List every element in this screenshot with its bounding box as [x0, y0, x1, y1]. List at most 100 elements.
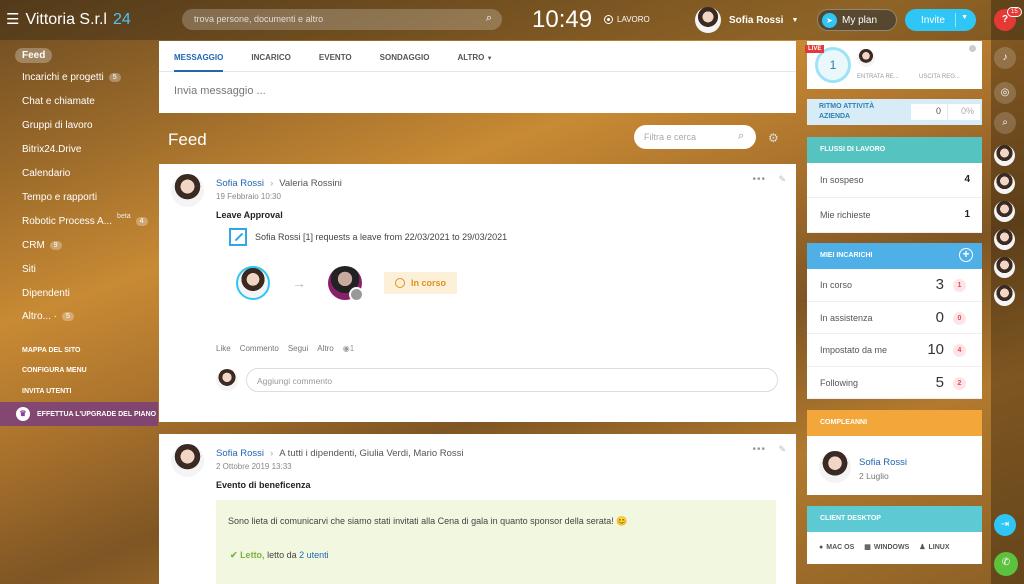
requester-avatar[interactable] [236, 266, 270, 300]
clock-icon [395, 278, 405, 288]
search-icon[interactable]: ⌕ [994, 112, 1016, 134]
recipient[interactable]: Valeria Rossini [279, 178, 342, 189]
bell-icon[interactable]: ♪ [994, 47, 1016, 69]
search-input[interactable]: trova persone, documenti e altro ⌕ [182, 9, 502, 30]
more-icon[interactable]: ••• [752, 444, 766, 455]
follow-link[interactable]: Segui [288, 344, 308, 353]
exit-icon[interactable]: ⇥ [994, 514, 1016, 536]
contact-avatar[interactable] [994, 145, 1015, 166]
brand[interactable]: ☰ Vittoria S.r.l 24 [6, 11, 131, 29]
work-status[interactable]: LAVORO [604, 15, 650, 24]
pin-icon[interactable]: ✎ [778, 174, 786, 185]
edit-icon [229, 228, 247, 246]
message-input[interactable]: Invia messaggio ... [159, 72, 796, 110]
sidebar-item-dipendenti[interactable]: Dipendenti [22, 288, 70, 299]
sidebar-item-label: Chat e chiamate [22, 96, 95, 107]
status-badge: In corso [384, 272, 458, 294]
os-windows-link[interactable]: ▦ WINDOWS [864, 543, 909, 552]
row-label: Impostato da me [820, 345, 888, 355]
search-icon[interactable]: ⌕ [486, 12, 492, 25]
entrata-label: ENTRATA RE... [857, 74, 899, 80]
sidebar-item-gruppi[interactable]: Gruppi di lavoro [22, 120, 93, 131]
os-mac-link[interactable]: ● MAC OS [819, 543, 854, 551]
configure-menu-link[interactable]: CONFIGURA MENU [22, 367, 87, 374]
post-date[interactable]: 2 Ottobre 2019 13:33 [216, 462, 292, 471]
tab-messaggio[interactable]: MESSAGGIO [174, 41, 224, 72]
author-avatar[interactable] [171, 444, 204, 477]
read-users-link[interactable]: 2 utenti [299, 550, 329, 560]
sidebar-item-crm[interactable]: CRM 9 [22, 240, 62, 251]
recipients[interactable]: A tutti i dipendenti, Giulia Verdi, Mari… [279, 448, 463, 459]
sidebar-item-drive[interactable]: Bitrix24.Drive [22, 144, 81, 155]
pin-icon[interactable]: ✎ [778, 444, 786, 455]
tab-incarico[interactable]: INCARICO [251, 41, 291, 71]
author-avatar[interactable] [171, 174, 204, 207]
sidebar-item-feed[interactable]: Feed [15, 48, 53, 63]
company-number: 24 [112, 11, 131, 28]
post-date[interactable]: 19 Febbraio 10:30 [216, 192, 281, 201]
status-label: In corso [411, 278, 447, 288]
contact-avatar[interactable] [994, 201, 1015, 222]
rhythm-percent: 0% [948, 104, 980, 120]
tab-evento[interactable]: EVENTO [319, 41, 352, 71]
sidebar-item-label: Robotic Process A... [22, 216, 113, 227]
leave-request: Sofia Rossi [1] requests a leave from 22… [229, 228, 507, 246]
sidebar-item-siti[interactable]: Siti [22, 264, 36, 275]
invite-users-link[interactable]: INVITA UTENTI [22, 388, 71, 395]
author-link[interactable]: Sofia Rossi [216, 448, 264, 459]
sidebar-item-rpa[interactable]: Robotic Process A... beta 4 [22, 213, 148, 227]
author-link[interactable]: Sofia Rossi [216, 178, 264, 189]
tab-sondaggio[interactable]: SONDAGGIO [380, 41, 430, 71]
task-row[interactable]: Impostato da me 10 4 [807, 334, 982, 367]
composer-tabs: MESSAGGIO INCARICO EVENTO SONDAGGIO ALTR… [159, 41, 796, 72]
views-value: 1 [349, 344, 355, 353]
my-plan-button[interactable]: ➤ My plan [817, 9, 897, 31]
phone-icon[interactable]: ✆ [994, 552, 1018, 576]
task-row[interactable]: Following 5 2 [807, 367, 982, 399]
views-count[interactable]: ◉1 [343, 344, 354, 353]
user-menu[interactable]: Sofia Rossi ▼ [695, 7, 798, 33]
read-by: letto da [267, 550, 297, 560]
clock[interactable]: 10:49 [532, 6, 592, 34]
task-row[interactable]: In corso 3 1 [807, 269, 982, 302]
workflow-row[interactable]: In sospeso 4 [807, 163, 982, 198]
invite-label: Invite [921, 14, 945, 26]
contact-avatar[interactable] [994, 257, 1015, 278]
sidebar-item-altro[interactable]: Altro... · 5 [22, 311, 74, 322]
post-title: Leave Approval [216, 210, 283, 220]
contact-avatar[interactable] [994, 285, 1015, 306]
more-link[interactable]: Altro [317, 344, 333, 353]
sidebar-item-chat[interactable]: Chat e chiamate [22, 96, 95, 107]
chat-icon[interactable]: ◎ [994, 82, 1016, 104]
filter-search-input[interactable]: Filtra e cerca ⌕ [634, 125, 756, 149]
menu-icon[interactable]: ☰ [6, 12, 19, 28]
sidebar-item-incarichi[interactable]: Incarichi e progetti 5 [22, 72, 121, 83]
timeman-widget[interactable]: 1 LIVE ENTRATA RE... USCITA REG... [805, 41, 982, 89]
close-icon[interactable] [969, 45, 976, 52]
comment-link[interactable]: Commento [240, 344, 279, 353]
activity-rhythm-widget[interactable]: RITMO ATTIVITÀ AZIENDA 0 0% [807, 99, 982, 125]
site-map-link[interactable]: MAPPA DEL SITO [22, 347, 80, 354]
sidebar-item-tempo[interactable]: Tempo e rapporti [22, 192, 97, 203]
sidebar-item-calendario[interactable]: Calendario [22, 168, 70, 179]
comment-input[interactable]: Aggiungi commento [246, 368, 778, 392]
invite-button[interactable]: Invite ▼ [905, 9, 976, 31]
upgrade-plan-button[interactable]: ♛ EFFETTUA L'UPGRADE DEL PIANO [0, 402, 158, 426]
approver-avatar[interactable] [328, 266, 364, 302]
tab-altro[interactable]: ALTRO ▼ [457, 41, 492, 71]
contact-avatar[interactable] [994, 229, 1015, 250]
task-row[interactable]: In assistenza 0 0 [807, 302, 982, 334]
os-linux-link[interactable]: ♟ LINUX [919, 543, 949, 552]
more-icon[interactable]: ••• [752, 174, 766, 185]
like-link[interactable]: Like [216, 344, 231, 353]
search-icon[interactable]: ⌕ [738, 130, 744, 143]
workflow-row[interactable]: Mie richieste 1 [807, 198, 982, 233]
avatar[interactable] [819, 451, 851, 483]
gear-icon[interactable]: ⚙ [768, 131, 779, 145]
sidebar-item-label: Bitrix24.Drive [22, 144, 82, 155]
birthday-name[interactable]: Sofia Rossi [859, 457, 907, 468]
sidebar-item-label: Siti [22, 264, 36, 275]
chevron-down-icon[interactable]: ▼ [961, 14, 968, 21]
add-icon[interactable]: + [959, 248, 973, 262]
contact-avatar[interactable] [994, 173, 1015, 194]
